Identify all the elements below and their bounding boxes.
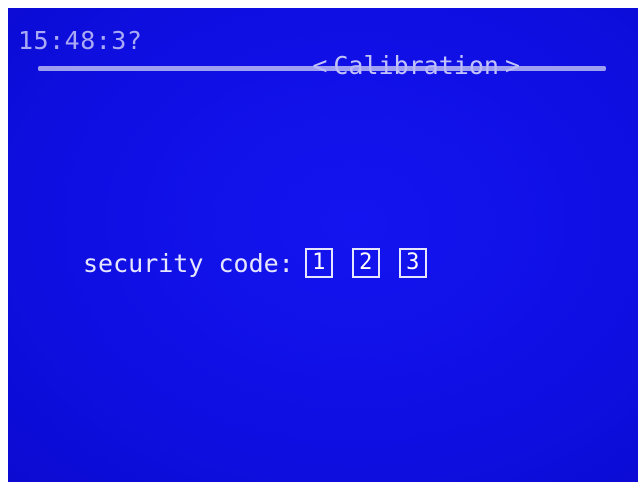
security-code-row: security code: 1 2 3 <box>83 248 427 278</box>
lcd-screen: 15:48:3? <Calibration> security code: 1 … <box>8 8 638 482</box>
security-digit-1[interactable]: 1 <box>304 248 333 278</box>
security-digit-2[interactable]: 2 <box>351 248 380 278</box>
device-frame: 15:48:3? <Calibration> security code: 1 … <box>0 0 638 482</box>
security-code-label: security code: <box>83 248 294 278</box>
clock-display: 15:48:3? <box>18 26 143 55</box>
security-digit-3[interactable]: 3 <box>398 248 427 278</box>
header-divider <box>38 66 606 71</box>
